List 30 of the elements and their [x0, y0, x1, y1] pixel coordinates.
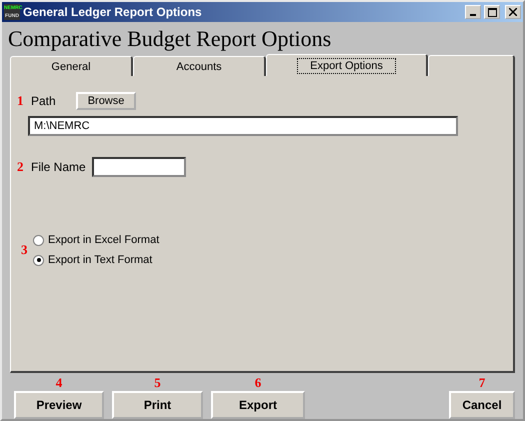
step-number: 1 [17, 93, 24, 109]
step-number: 2 [17, 159, 24, 175]
minimize-button[interactable] [465, 5, 481, 19]
tab[interactable]: Export Options [266, 54, 428, 76]
step-number: 4 [56, 375, 62, 391]
close-icon [509, 8, 517, 16]
action-button[interactable]: Print [112, 391, 203, 419]
path-field[interactable]: M:\NEMRC [28, 116, 458, 136]
page-heading: Comparative Budget Report Options [7, 25, 332, 53]
step-number: 6 [254, 375, 262, 391]
browse-button[interactable]: Browse [76, 92, 136, 110]
step-number: 5 [154, 375, 161, 391]
maximize-button[interactable] [484, 5, 500, 19]
path-label: Path [31, 94, 56, 108]
action-button[interactable]: Export [211, 391, 305, 419]
radio-label: Export in Excel Format [48, 234, 160, 246]
close-button[interactable] [505, 5, 521, 19]
tab[interactable]: Accounts [133, 56, 266, 76]
tab[interactable]: General [10, 56, 133, 76]
window-title: General Ledger Report Options [23, 5, 203, 19]
radio-button[interactable] [33, 254, 44, 266]
maximize-icon [488, 8, 496, 16]
step-number: 3 [21, 242, 28, 258]
action-button[interactable]: Preview [14, 391, 104, 419]
radio-label: Export in Text Format [48, 254, 152, 266]
action-button[interactable]: Cancel [449, 391, 515, 419]
step-number: 7 [478, 375, 486, 391]
file-name-field[interactable] [92, 157, 186, 177]
radio-button[interactable] [33, 234, 44, 246]
file-name-label: File Name [31, 160, 86, 174]
